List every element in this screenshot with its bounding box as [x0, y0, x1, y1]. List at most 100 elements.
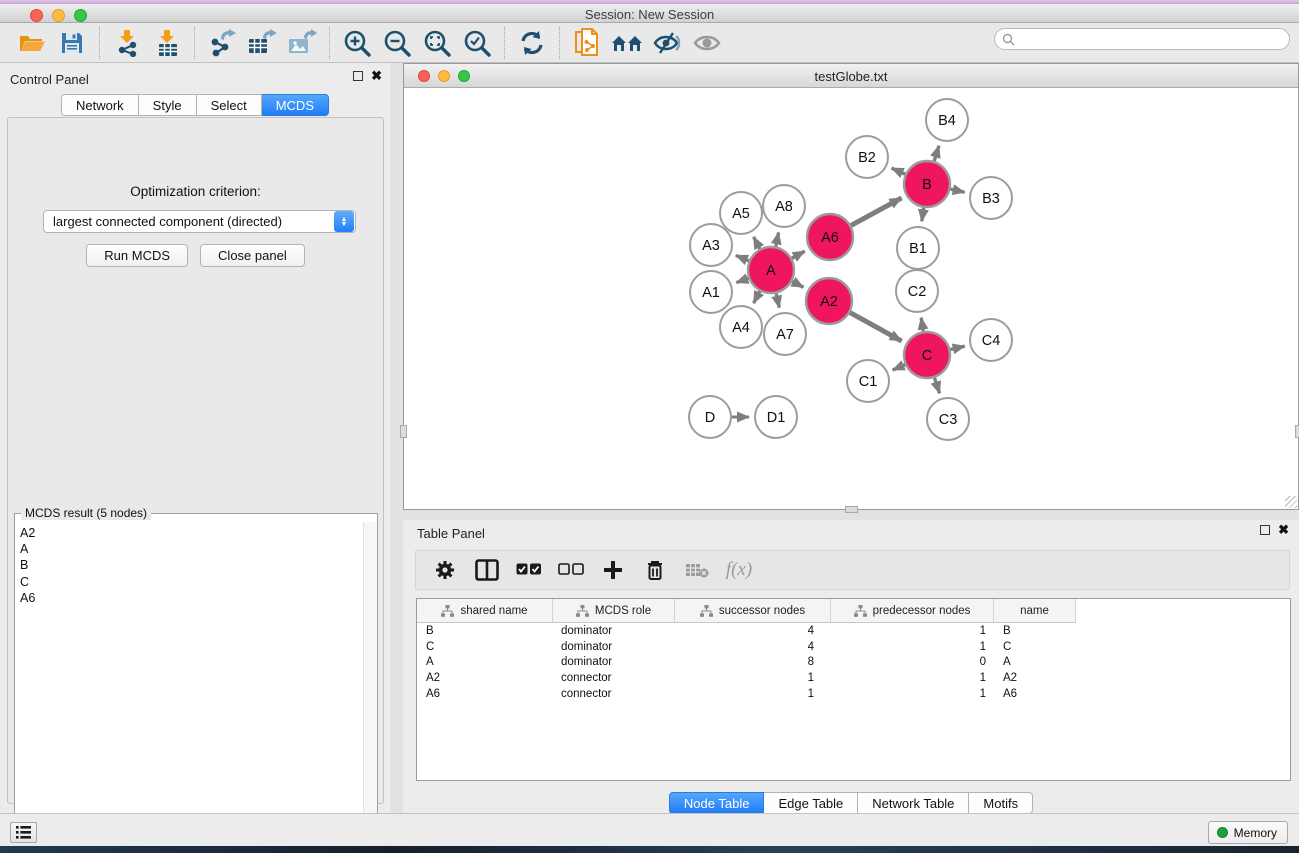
column-header-name[interactable]: name: [994, 599, 1076, 623]
double-house-icon[interactable]: [607, 26, 647, 60]
cell-predecessor-nodes[interactable]: 0: [831, 656, 994, 668]
cell-mcds-role[interactable]: dominator: [553, 625, 675, 637]
graph-node-C[interactable]: C: [904, 332, 950, 378]
cell-shared-name[interactable]: A: [417, 656, 553, 668]
save-icon[interactable]: [52, 26, 92, 60]
edge-A-A8[interactable]: [776, 232, 779, 246]
search-field[interactable]: [994, 28, 1290, 50]
cell-shared-name[interactable]: B: [417, 625, 553, 637]
refresh-icon[interactable]: [512, 26, 552, 60]
network-canvas[interactable]: B4B2BB3A8A5A6A3B1AC2A1A2A4A7C4CC1DD1C3: [404, 88, 1298, 509]
window-edge-grip[interactable]: [1295, 425, 1299, 438]
tab-select[interactable]: Select: [197, 94, 262, 116]
cell-predecessor-nodes[interactable]: 1: [831, 625, 994, 637]
cell-name[interactable]: A6: [994, 688, 1076, 700]
edge-A-A5[interactable]: [754, 237, 760, 249]
graph-node-A6[interactable]: A6: [807, 214, 853, 260]
tab-network-table[interactable]: Network Table: [858, 792, 969, 814]
graph-node-D1[interactable]: D1: [755, 396, 797, 438]
add-column-icon[interactable]: [594, 554, 632, 586]
result-list-item[interactable]: C: [20, 574, 363, 590]
table-row[interactable]: A6connector11A6: [417, 686, 1290, 702]
graph-node-A2[interactable]: A2: [806, 278, 852, 324]
gear-icon[interactable]: [426, 554, 464, 586]
close-panel-icon[interactable]: ✖: [371, 71, 382, 81]
result-list-item[interactable]: A2: [20, 525, 363, 541]
search-input[interactable]: [1019, 32, 1289, 46]
graph-node-C4[interactable]: C4: [970, 319, 1012, 361]
window-edge-grip[interactable]: [845, 506, 858, 513]
graph-node-A7[interactable]: A7: [764, 313, 806, 355]
float-table-panel-icon[interactable]: [1260, 525, 1270, 535]
graph-node-B4[interactable]: B4: [926, 99, 968, 141]
edge-A-A4[interactable]: [754, 291, 760, 303]
open-icon[interactable]: [12, 26, 52, 60]
cell-shared-name[interactable]: C: [417, 641, 553, 653]
cell-successor-nodes[interactable]: 4: [675, 625, 831, 637]
cell-name[interactable]: A: [994, 656, 1076, 668]
edge-A-A7[interactable]: [776, 293, 779, 307]
tab-node-table[interactable]: Node Table: [669, 792, 765, 814]
zoom-out-icon[interactable]: [377, 26, 417, 60]
duplicate-network-icon[interactable]: [567, 26, 607, 60]
edge-C-C1[interactable]: [893, 365, 905, 370]
table-row[interactable]: Bdominator41B: [417, 623, 1290, 639]
close-table-panel-icon[interactable]: ✖: [1278, 525, 1289, 535]
edge-A-A6[interactable]: [792, 251, 805, 258]
graph-node-D[interactable]: D: [689, 396, 731, 438]
graph-node-B[interactable]: B: [904, 161, 950, 207]
graph-node-B1[interactable]: B1: [897, 227, 939, 269]
tab-network[interactable]: Network: [61, 94, 139, 116]
close-panel-button[interactable]: Close panel: [200, 244, 305, 267]
memory-button[interactable]: Memory: [1208, 821, 1288, 844]
graph-node-C3[interactable]: C3: [927, 398, 969, 440]
column-header-predecessor-nodes[interactable]: predecessor nodes: [831, 599, 994, 623]
cell-name[interactable]: A2: [994, 672, 1076, 684]
graph-node-B3[interactable]: B3: [970, 177, 1012, 219]
graph-node-C2[interactable]: C2: [896, 270, 938, 312]
cell-predecessor-nodes[interactable]: 1: [831, 641, 994, 653]
column-header-mcds-role[interactable]: MCDS role: [553, 599, 675, 623]
result-scrollbar[interactable]: [363, 522, 377, 852]
network-window-titlebar[interactable]: testGlobe.txt: [404, 64, 1298, 88]
run-mcds-button[interactable]: Run MCDS: [86, 244, 188, 267]
tab-mcds[interactable]: MCDS: [262, 94, 329, 116]
float-panel-icon[interactable]: [353, 71, 363, 81]
cell-shared-name[interactable]: A6: [417, 688, 553, 700]
cell-shared-name[interactable]: A2: [417, 672, 553, 684]
tab-motifs[interactable]: Motifs: [969, 792, 1033, 814]
result-list-item[interactable]: A6: [20, 590, 363, 606]
eye-icon[interactable]: [687, 26, 727, 60]
cell-successor-nodes[interactable]: 8: [675, 656, 831, 668]
graph-node-A4[interactable]: A4: [720, 306, 762, 348]
trash-icon[interactable]: [636, 554, 674, 586]
graph-node-A[interactable]: A: [748, 247, 794, 293]
cell-mcds-role[interactable]: connector: [553, 672, 675, 684]
cell-name[interactable]: C: [994, 641, 1076, 653]
cell-mcds-role[interactable]: dominator: [553, 641, 675, 653]
split-view-icon[interactable]: [468, 554, 506, 586]
table-row[interactable]: A2connector11A2: [417, 670, 1290, 686]
resize-handle[interactable]: [1285, 496, 1297, 508]
edge-B-B1[interactable]: [922, 208, 924, 221]
graph-node-A3[interactable]: A3: [690, 224, 732, 266]
cell-successor-nodes[interactable]: 1: [675, 672, 831, 684]
import-table-icon[interactable]: [147, 26, 187, 60]
cell-successor-nodes[interactable]: 4: [675, 641, 831, 653]
column-header-successor-nodes[interactable]: successor nodes: [675, 599, 831, 623]
edge-B-B4[interactable]: [934, 146, 939, 161]
criterion-dropdown[interactable]: largest connected component (directed) ▲…: [43, 210, 356, 233]
tab-style[interactable]: Style: [139, 94, 197, 116]
result-list-item[interactable]: B: [20, 557, 363, 573]
edge-A-A1[interactable]: [736, 278, 748, 282]
task-history-button[interactable]: [10, 822, 37, 843]
edge-B-B3[interactable]: [950, 189, 964, 192]
cell-mcds-role[interactable]: connector: [553, 688, 675, 700]
edge-C-C3[interactable]: [934, 378, 939, 394]
export-table-icon[interactable]: [242, 26, 282, 60]
window-edge-grip[interactable]: [400, 425, 407, 438]
deselect-all-icon[interactable]: [552, 554, 590, 586]
cell-predecessor-nodes[interactable]: 1: [831, 672, 994, 684]
graph-node-A1[interactable]: A1: [690, 271, 732, 313]
network-graph[interactable]: B4B2BB3A8A5A6A3B1AC2A1A2A4A7C4CC1DD1C3: [404, 88, 1298, 509]
